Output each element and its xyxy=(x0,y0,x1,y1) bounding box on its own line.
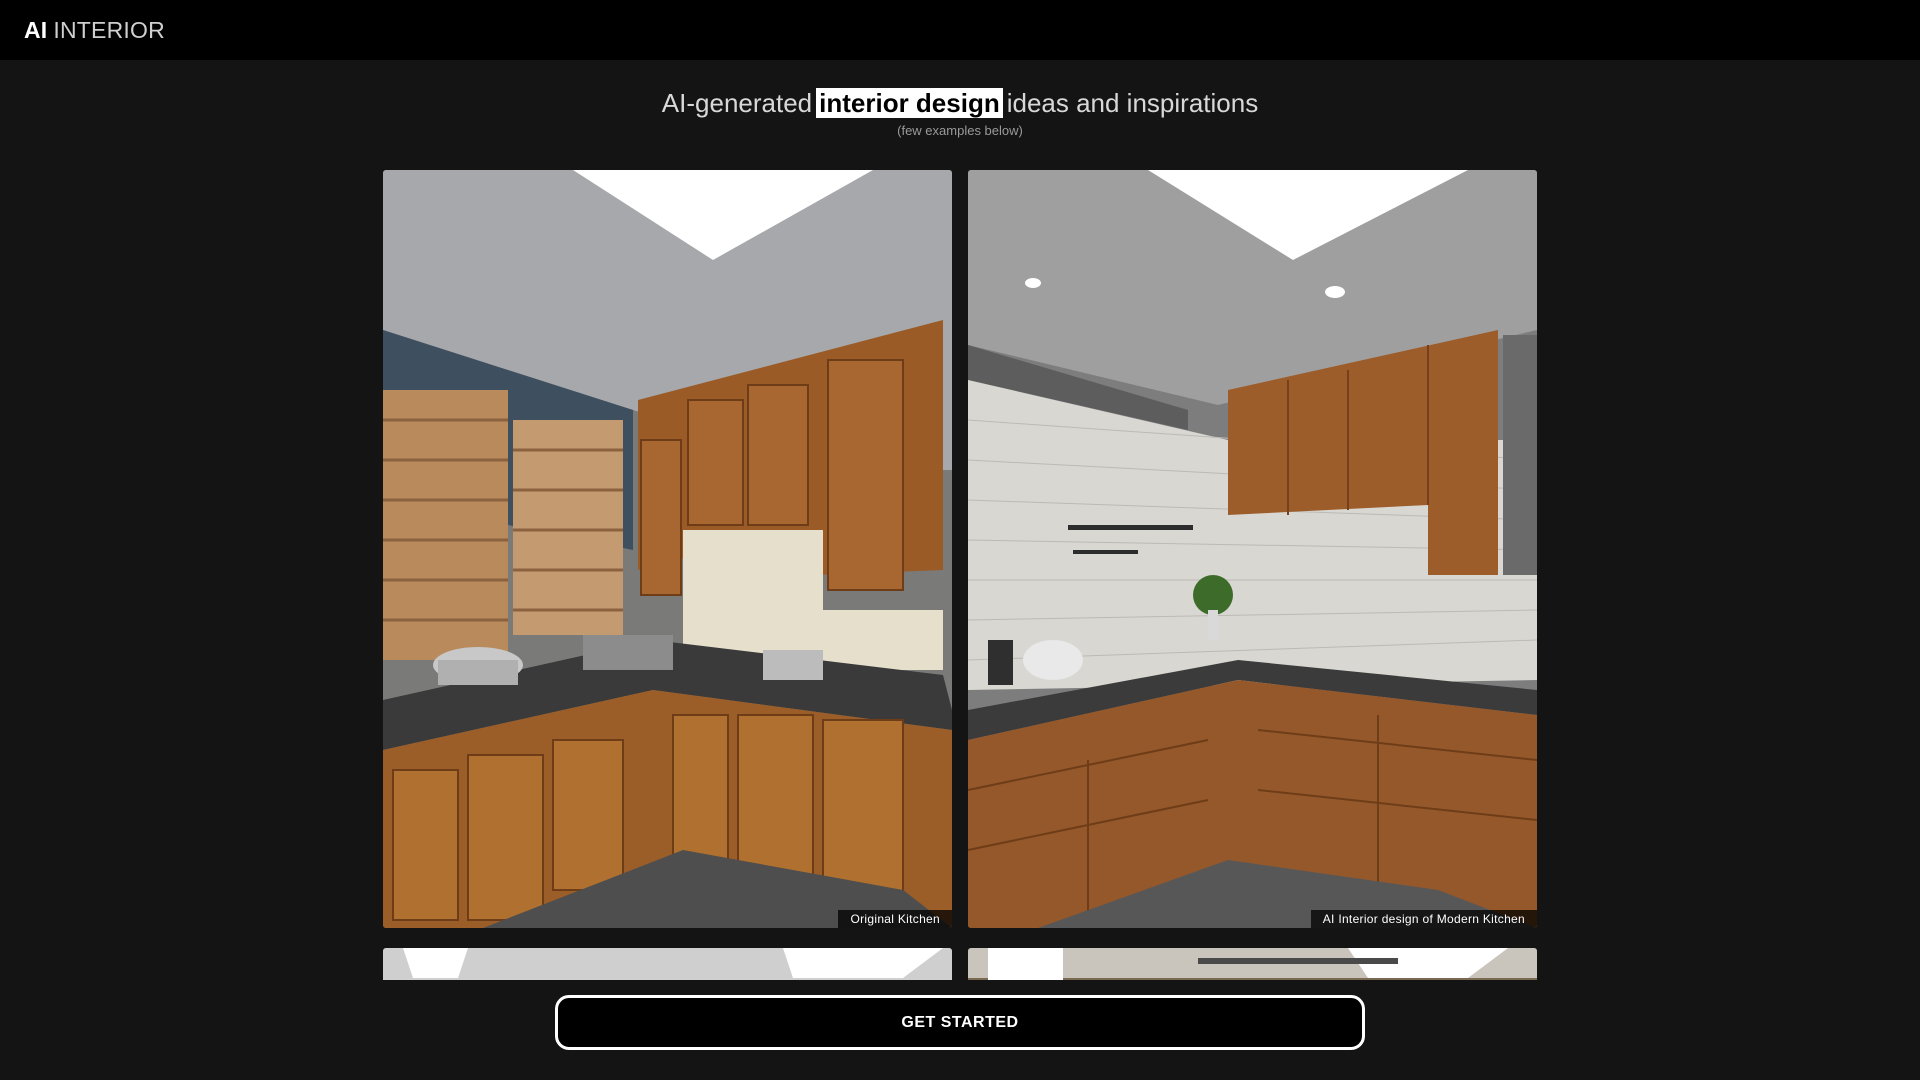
logo[interactable]: AI INTERIOR xyxy=(24,17,165,44)
title-highlight: interior design xyxy=(816,88,1003,118)
example-gallery: Original Kitchen AI Interior design of M… xyxy=(383,170,1538,980)
next-example-ai-illustration xyxy=(968,948,1537,980)
logo-interior: INTERIOR xyxy=(53,16,165,43)
ai-modern-kitchen-image[interactable]: AI Interior design of Modern Kitchen xyxy=(968,170,1537,928)
original-kitchen-illustration xyxy=(383,170,952,928)
title-before: AI-generated xyxy=(661,88,813,118)
logo-ai: AI xyxy=(24,16,48,43)
page-title: AI-generated interior design ideas and ins… xyxy=(0,88,1920,119)
top-bar: AI INTERIOR xyxy=(0,0,1920,60)
next-example-original-illustration xyxy=(383,948,952,980)
original-kitchen-image[interactable]: Original Kitchen xyxy=(383,170,952,928)
image-caption: Original Kitchen xyxy=(838,910,952,928)
page-subtitle: (few examples below) xyxy=(897,123,1023,138)
modern-kitchen-illustration xyxy=(968,170,1537,928)
next-example-original-image[interactable] xyxy=(383,948,952,980)
title-after: ideas and inspirations xyxy=(1006,88,1259,118)
hero: AI-generated interior design ideas and ins… xyxy=(0,88,1920,138)
image-caption: AI Interior design of Modern Kitchen xyxy=(1310,910,1537,928)
get-started-button[interactable]: GET STARTED xyxy=(555,995,1365,1050)
next-example-ai-image[interactable] xyxy=(968,948,1537,980)
